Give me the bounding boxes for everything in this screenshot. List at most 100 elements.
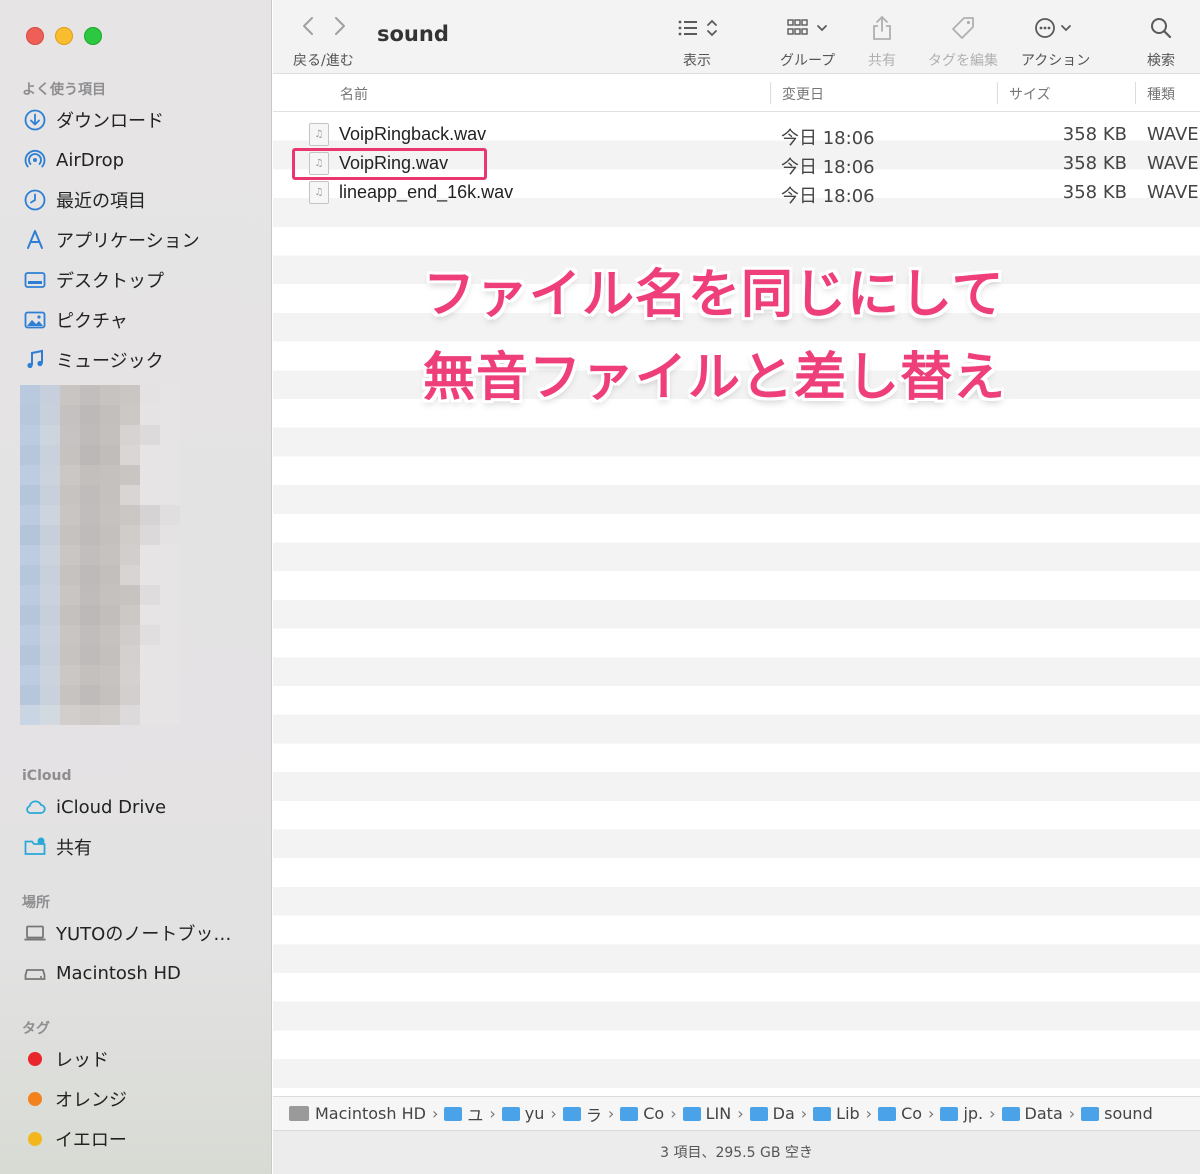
sidebar-item-applications[interactable]: アプリケーション [22, 225, 200, 255]
sidebar-item-label: デスクトップ [56, 271, 164, 292]
column-divider[interactable] [997, 82, 998, 104]
file-name: VoipRingback.wav [339, 124, 487, 144]
sidebar-item-macintosh-hd[interactable]: Macintosh HD [22, 958, 181, 988]
edit-tags-label: タグを編集 [928, 53, 998, 69]
path-crumb-label: Lib [836, 1104, 860, 1123]
sidebar-tag-red[interactable]: レッド [22, 1044, 109, 1074]
sidebar-item-label: オレンジ [55, 1090, 127, 1111]
drive-icon [22, 960, 48, 986]
ellipsis-circle-icon [1033, 14, 1079, 42]
forward-button[interactable] [333, 14, 347, 44]
file-row[interactable]: ♫ lineapp_end_16k.wav 今日 18:06 358 KB WA… [273, 178, 1200, 207]
sidebar-item-desktop[interactable]: デスクトップ [22, 265, 164, 295]
sidebar-item-downloads[interactable]: ダウンロード [22, 105, 164, 135]
sidebar-tag-yellow[interactable]: イエロー [22, 1124, 127, 1154]
sidebar-item-label: イエロー [55, 1130, 127, 1151]
column-kind[interactable]: 種類 [1147, 84, 1175, 104]
chevron-right-icon: › [550, 1104, 557, 1123]
sidebar-item-label: iCloud Drive [56, 796, 167, 818]
nav-label: 戻る/進む [293, 53, 354, 69]
folder-icon [1001, 1106, 1020, 1121]
path-crumb[interactable]: sound [1081, 1104, 1153, 1123]
path-crumb[interactable]: ラ › [562, 1102, 620, 1126]
path-crumb[interactable]: Da › [749, 1104, 814, 1123]
folder-icon [940, 1106, 959, 1121]
path-crumb[interactable]: Macintosh HD › [289, 1104, 444, 1123]
sidebar-item-label: ピクチャ [56, 311, 128, 332]
sidebar-item-icloud-drive[interactable]: iCloud Drive [22, 792, 166, 822]
column-size[interactable]: サイズ [1009, 84, 1051, 104]
sidebar-item-shared[interactable]: 共有 [22, 832, 92, 862]
action-button[interactable]: アクション [1021, 14, 1090, 70]
sidebar-item-label: ダウンロード [56, 111, 164, 132]
back-button[interactable] [301, 14, 315, 44]
folder-icon [562, 1106, 581, 1121]
path-crumb[interactable]: Co › [878, 1104, 940, 1123]
path-crumb-label: ユ [467, 1105, 484, 1125]
sidebar-item-label: レッド [55, 1050, 109, 1071]
column-divider[interactable] [770, 82, 771, 104]
annotation-line-2: 無音ファイルと差し替え [423, 348, 1007, 408]
column-divider[interactable] [1135, 82, 1136, 104]
path-crumb[interactable]: Co › [620, 1104, 682, 1123]
highlight-box [292, 148, 487, 180]
column-date[interactable]: 変更日 [782, 84, 824, 104]
close-window-button[interactable] [26, 27, 44, 45]
chevron-right-icon: › [489, 1104, 496, 1123]
path-crumb[interactable]: jp. › [940, 1104, 1001, 1123]
sidebar-item-label: 共有 [56, 838, 92, 859]
file-kind: WAVE [1147, 124, 1199, 145]
share-button[interactable]: 共有 [868, 14, 896, 70]
path-crumb-label: Da [772, 1104, 795, 1123]
group-button[interactable]: グループ [780, 14, 835, 70]
shared-folder-icon [22, 834, 48, 860]
cloud-icon [22, 794, 48, 820]
desktop-icon [22, 267, 48, 293]
file-date: 今日 18:06 [781, 186, 875, 207]
sidebar-tag-orange[interactable]: オレンジ [22, 1084, 127, 1114]
sidebar-item-recents[interactable]: 最近の項目 [22, 185, 146, 215]
redacted-favorites [20, 385, 190, 750]
path-crumb[interactable]: yu › [501, 1104, 563, 1123]
sidebar-item-pictures[interactable]: ピクチャ [22, 305, 128, 335]
folder-icon [444, 1106, 463, 1121]
toolbar: 戻る/進む sound 表示 グループ 共有 タグを編集 アクション 検索 [273, 0, 1200, 74]
sidebar-item-label: AirDrop [56, 149, 125, 171]
edit-tags-button[interactable]: タグを編集 [928, 14, 998, 70]
file-size: 358 KB [1062, 182, 1127, 203]
column-name[interactable]: 名前 [340, 84, 368, 104]
yellow-tag-dot-icon [28, 1132, 42, 1146]
zoom-window-button[interactable] [84, 27, 102, 45]
chevron-right-icon [335, 17, 345, 35]
search-label: 検索 [1147, 53, 1175, 69]
minimize-window-button[interactable] [55, 27, 73, 45]
sidebar-item-music[interactable]: ミュージック [22, 345, 164, 375]
chevron-right-icon: › [737, 1104, 744, 1123]
folder-icon [501, 1106, 520, 1121]
applications-icon [22, 227, 48, 253]
file-size: 358 KB [1062, 153, 1127, 174]
path-crumb[interactable]: Lib › [813, 1104, 878, 1123]
airdrop-icon [22, 147, 48, 173]
group-grid-icon [785, 14, 831, 42]
sidebar-item-airdrop[interactable]: AirDrop [22, 145, 124, 175]
file-list: ♫ VoipRingback.wav 今日 18:06 358 KB WAVE … [273, 112, 1200, 1096]
path-crumb-label: Macintosh HD [315, 1104, 426, 1123]
file-row[interactable]: ♫ VoipRingback.wav 今日 18:06 358 KB WAVE [273, 120, 1200, 149]
file-date: 今日 18:06 [781, 128, 875, 149]
download-icon [22, 107, 48, 133]
path-crumb[interactable]: ユ › [444, 1102, 501, 1126]
audio-file-icon: ♫ [309, 123, 329, 146]
folder-icon [682, 1106, 701, 1121]
path-crumb-label: sound [1104, 1104, 1153, 1123]
view-button[interactable]: 表示 [675, 14, 719, 70]
search-button[interactable]: 検索 [1147, 14, 1175, 70]
folder-icon [878, 1106, 897, 1121]
favorites-heading: よく使う項目 [22, 82, 106, 98]
sidebar-item-laptop[interactable]: YUTOのノートブッ… [22, 918, 231, 948]
red-tag-dot-icon [28, 1052, 42, 1066]
audio-file-icon: ♫ [309, 181, 329, 204]
path-crumb[interactable]: LIN › [682, 1104, 750, 1123]
folder-icon [1081, 1106, 1100, 1121]
path-crumb[interactable]: Data › [1001, 1104, 1082, 1123]
